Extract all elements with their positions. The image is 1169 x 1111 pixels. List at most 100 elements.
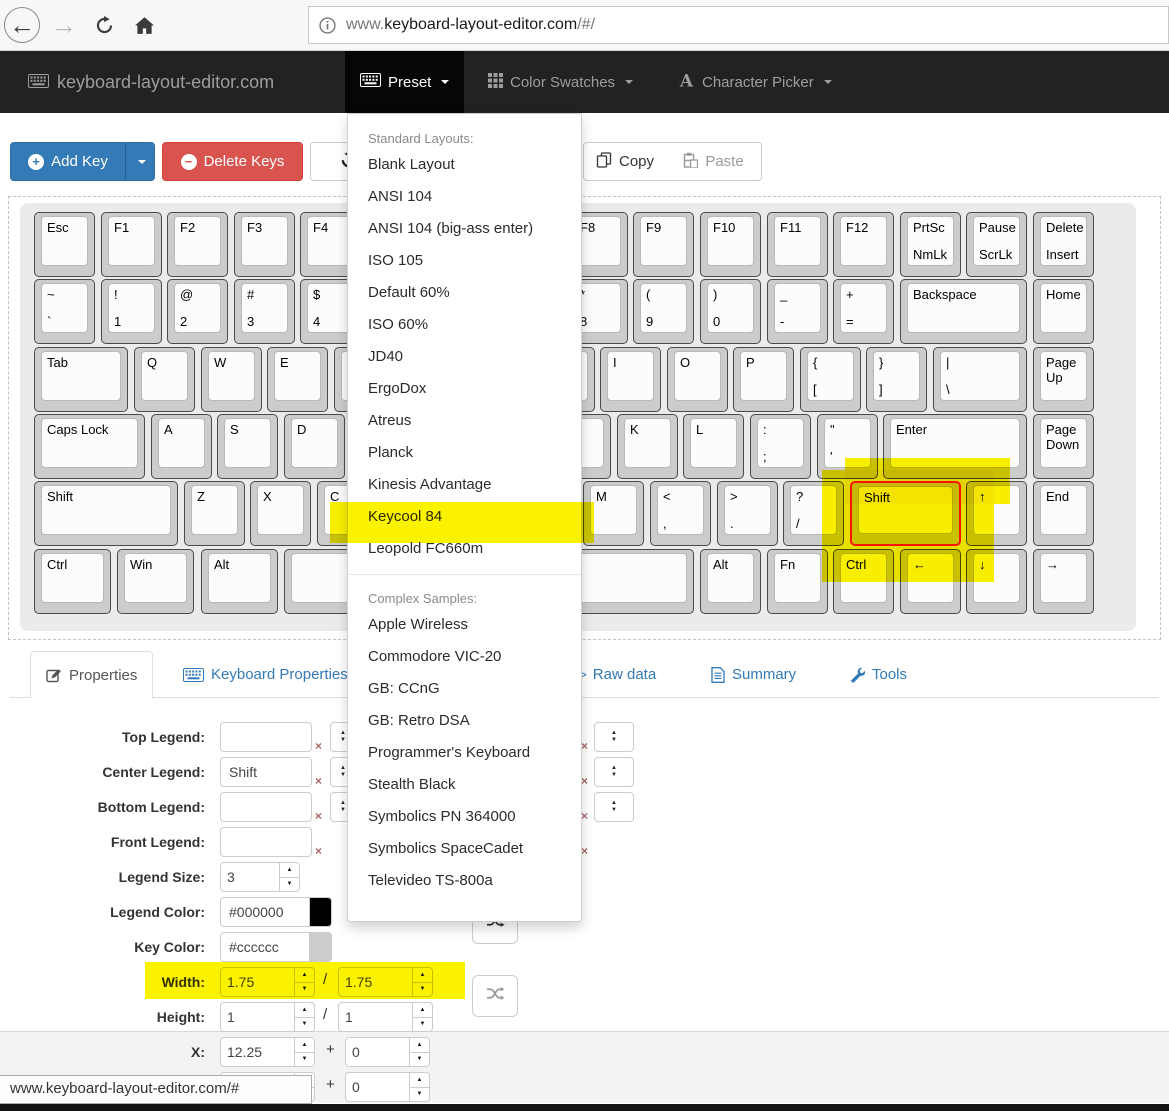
key-space[interactable]: (9 [633, 279, 694, 344]
key-shift[interactable]: Shift [34, 481, 178, 546]
legend-color-swatch[interactable] [310, 897, 332, 927]
key-home[interactable]: Home [1033, 279, 1094, 344]
stepper-arrows-icon[interactable]: ▲▼ [279, 863, 299, 891]
stepper-arrows-icon[interactable]: ▲▼ [409, 1073, 429, 1101]
x-input[interactable] [221, 1038, 294, 1066]
preset-item-keycool-84[interactable]: Keycool 84 [348, 501, 581, 533]
preset-item-televideo-ts-800a[interactable]: Televideo TS-800a [348, 865, 581, 897]
top-legend-input[interactable] [220, 722, 312, 752]
copy-button[interactable]: Copy [583, 142, 667, 181]
key-ctrl[interactable]: Ctrl [34, 549, 111, 614]
key-space[interactable]: !1 [101, 279, 162, 344]
preset-item-gb-ccng[interactable]: GB: CCnG [348, 673, 581, 705]
key-caps-lock[interactable]: Caps Lock [34, 414, 145, 479]
key-page-up[interactable]: Page Up [1033, 347, 1094, 412]
preset-item-blank-layout[interactable]: Blank Layout [348, 149, 581, 181]
key-end[interactable]: End [1033, 481, 1094, 546]
key-ctrl[interactable]: Ctrl [833, 549, 894, 614]
key-q[interactable]: Q [134, 347, 195, 412]
key-space[interactable]: _- [767, 279, 828, 344]
menu-color-swatches[interactable]: Color Swatches [473, 51, 648, 113]
preset-item-commodore-vic-20[interactable]: Commodore VIC-20 [348, 641, 581, 673]
key-f12[interactable]: F12 [833, 212, 894, 277]
preset-item-default-60[interactable]: Default 60% [348, 277, 581, 309]
brand[interactable]: keyboard-layout-editor.com [28, 51, 274, 113]
key-space[interactable]: >. [717, 481, 778, 546]
key-tab[interactable]: Tab [34, 347, 128, 412]
preset-item-ergodox[interactable]: ErgoDox [348, 373, 581, 405]
clear-icon[interactable]: × [581, 739, 588, 753]
preset-item-symbolics-pn-364000[interactable]: Symbolics PN 364000 [348, 801, 581, 833]
key-enter[interactable]: Enter [883, 414, 1027, 479]
preset-item-ansi-104[interactable]: ANSI 104 [348, 181, 581, 213]
key-f2[interactable]: F2 [167, 212, 228, 277]
stepper-arrows-icon[interactable]: ▲▼ [294, 968, 314, 996]
key-e[interactable]: E [267, 347, 328, 412]
preset-item-jd40[interactable]: JD40 [348, 341, 581, 373]
key-f3[interactable]: F3 [234, 212, 295, 277]
key-p[interactable]: P [733, 347, 794, 412]
center-legend-input[interactable] [220, 757, 312, 787]
clear-icon[interactable]: × [581, 774, 588, 788]
key-alt[interactable]: Alt [201, 549, 278, 614]
key-space[interactable]: }] [866, 347, 927, 412]
tab-keyboard-properties[interactable]: Keyboard Properties [168, 651, 363, 698]
width2-input[interactable] [339, 968, 412, 996]
key-space[interactable]: @2 [167, 279, 228, 344]
x2-stepper[interactable]: ▲▼ [345, 1037, 430, 1067]
preset-item-leopold-fc660m[interactable]: Leopold FC660m [348, 533, 581, 565]
key-f1[interactable]: F1 [101, 212, 162, 277]
preset-item-iso-105[interactable]: ISO 105 [348, 245, 581, 277]
paste-button[interactable]: Paste [666, 142, 762, 181]
refresh-icon[interactable] [86, 7, 122, 43]
key-space[interactable]: += [833, 279, 894, 344]
key-m[interactable]: M [583, 481, 644, 546]
key-alt[interactable]: Alt [700, 549, 761, 614]
key-k[interactable]: K [617, 414, 678, 479]
key-w[interactable]: W [201, 347, 262, 412]
height-input[interactable] [221, 1003, 294, 1031]
front-legend-input[interactable] [220, 827, 312, 857]
key-o[interactable]: O [667, 347, 728, 412]
key-space[interactable]: ↑ [966, 481, 1027, 546]
stepper-arrows-icon[interactable]: ▲▼ [294, 1003, 314, 1031]
bottom-legend-right-stepper[interactable]: ▲▼ [594, 792, 634, 822]
stepper-arrows-icon[interactable]: ▲▼ [409, 1038, 429, 1066]
preset-item-kinesis-advantage[interactable]: Kinesis Advantage [348, 469, 581, 501]
key-page-down[interactable]: Page Down [1033, 414, 1094, 479]
clear-icon[interactable]: × [315, 739, 322, 753]
key-space[interactable]: |\ [933, 347, 1027, 412]
key-esc[interactable]: Esc [34, 212, 95, 277]
home-icon[interactable] [126, 7, 162, 43]
key-space[interactable]: ↓ [966, 549, 1027, 614]
key-i[interactable]: I [600, 347, 661, 412]
bottom-legend-input[interactable] [220, 792, 312, 822]
top-legend-right-stepper[interactable]: ▲▼ [594, 722, 634, 752]
key-space[interactable]: ← [900, 549, 961, 614]
legend-color-input[interactable] [220, 897, 310, 927]
preset-item-atreus[interactable]: Atreus [348, 405, 581, 437]
key-backspace[interactable]: Backspace [900, 279, 1027, 344]
key-color-input[interactable] [220, 932, 310, 962]
clear-icon[interactable]: × [315, 774, 322, 788]
width-input[interactable] [221, 968, 294, 996]
tab-properties[interactable]: Properties [30, 651, 153, 699]
width2-stepper[interactable]: ▲▼ [338, 967, 433, 997]
key-z[interactable]: Z [184, 481, 245, 546]
key-f10[interactable]: F10 [700, 212, 761, 277]
menu-preset[interactable]: Preset [345, 51, 464, 113]
width-stepper[interactable]: ▲▼ [220, 967, 315, 997]
key-s[interactable]: S [217, 414, 278, 479]
clear-icon[interactable]: × [315, 809, 322, 823]
key-color-swatch[interactable] [310, 932, 332, 962]
y2-input[interactable] [346, 1073, 409, 1101]
clear-icon[interactable]: × [581, 809, 588, 823]
key-a[interactable]: A [151, 414, 212, 479]
key-fn[interactable]: Fn [767, 549, 828, 614]
add-key-dropdown-button[interactable] [125, 142, 155, 181]
center-legend-right-stepper[interactable]: ▲▼ [594, 757, 634, 787]
x-stepper[interactable]: ▲▼ [220, 1037, 315, 1067]
swap-size-button[interactable] [472, 975, 518, 1017]
preset-item-symbolics-spacecadet[interactable]: Symbolics SpaceCadet [348, 833, 581, 865]
key-space[interactable]: → [1033, 549, 1094, 614]
